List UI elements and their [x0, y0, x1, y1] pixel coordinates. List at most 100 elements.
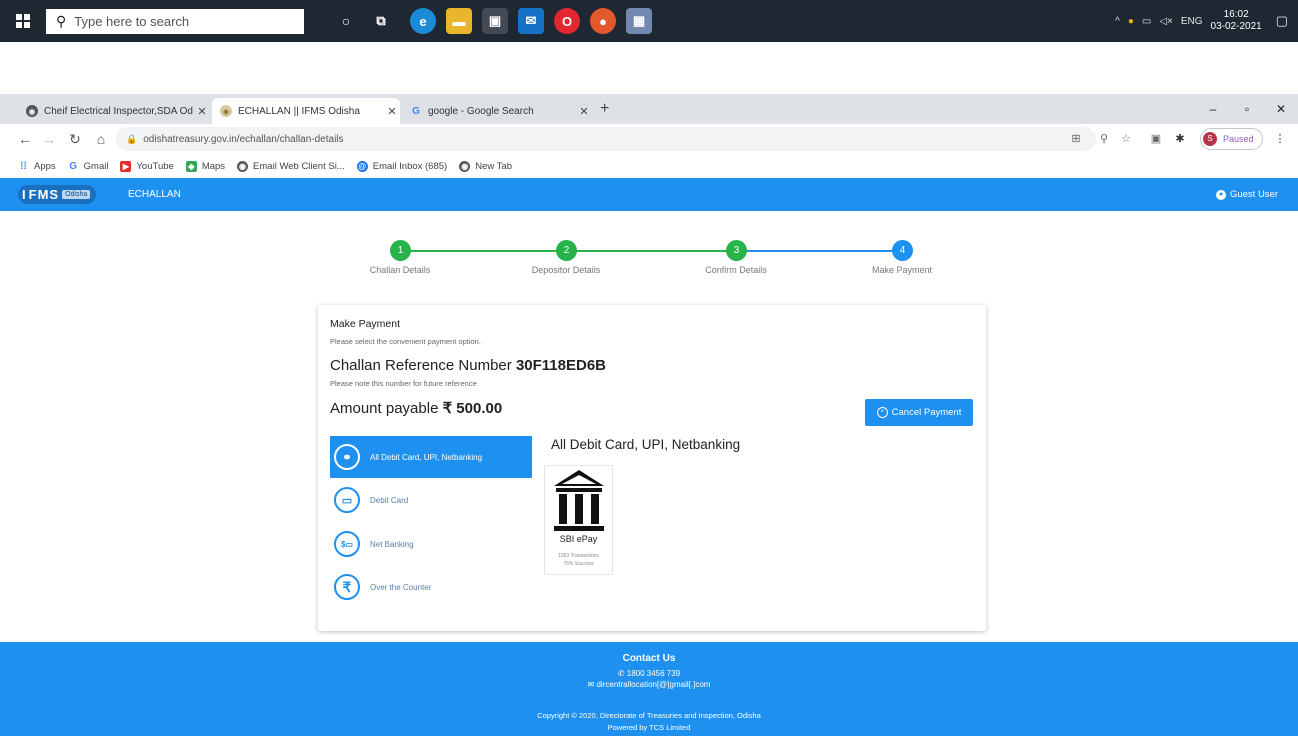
gateway-sbi-epay[interactable]: SBI ePay 1053 Transactions 76% Success: [544, 465, 613, 575]
close-icon[interactable]: ✕: [384, 105, 400, 118]
card-icon: ▭: [334, 487, 360, 513]
menu-kebab-icon[interactable]: ⋮: [1272, 130, 1288, 148]
make-payment-title: Make Payment: [330, 318, 401, 330]
bookmark-email-inbox[interactable]: @ Email Inbox (685): [356, 160, 448, 172]
bank-icon: [554, 470, 604, 531]
bookmark-label: Email Web Client Si...: [253, 160, 345, 172]
step-4-circle: 4: [892, 240, 913, 261]
bookmark-email-web-client[interactable]: ◉ Email Web Client Si...: [237, 160, 345, 172]
bookmark-maps[interactable]: ◆ Maps: [185, 160, 225, 172]
maximize-icon[interactable]: ▫: [1230, 94, 1264, 124]
step-connector: [400, 250, 566, 252]
mail-icon[interactable]: ✉: [518, 8, 544, 34]
bookmark-new-tab[interactable]: ◉ New Tab: [459, 160, 512, 172]
store-icon[interactable]: ▣: [482, 8, 508, 34]
payment-option-over-counter[interactable]: ₹ Over the Counter: [330, 566, 532, 608]
url-input[interactable]: 🔒 odishatreasury.gov.in/echallan/challan…: [116, 127, 1096, 151]
logo-tag: Odisha: [62, 190, 91, 199]
gateway-success-rate: 76% Success: [563, 561, 594, 567]
make-payment-subtitle: Please select the convenient payment opt…: [330, 337, 481, 346]
apps-grid-icon: ⁞⁞: [20, 160, 27, 172]
cancel-payment-label: Cancel Payment: [891, 407, 962, 418]
tab-echallan[interactable]: ◈ ECHALLAN || IFMS Odisha ✕: [212, 98, 400, 124]
footer-title: Contact Us: [622, 653, 676, 664]
bookmark-label: New Tab: [475, 160, 512, 172]
clock-time: 16:02: [1223, 9, 1249, 20]
network-icon[interactable]: ▭: [1142, 16, 1151, 27]
footer-phone: ✆ 1800 3456 739: [0, 669, 1298, 678]
phone-icon: ✆: [617, 669, 627, 678]
zoom-icon[interactable]: ⚲: [1096, 130, 1112, 148]
emblem-icon: ◈: [220, 105, 232, 117]
browser-tab-bar: ◉ Cheif Electrical Inspector,SDA Od ✕ ◈ …: [0, 94, 1298, 124]
step-connector: [736, 250, 902, 252]
payment-option-net-banking[interactable]: $▭ Net Banking: [330, 523, 532, 565]
close-window-icon[interactable]: ✕: [1264, 94, 1298, 124]
challan-reference-note: Please note this number for future refer…: [330, 379, 477, 388]
windows-taskbar: ⚲ Type here to search ○ ⧉ e ▬ ▣ ✉ O ● ▦ …: [0, 0, 1298, 42]
bookmark-apps[interactable]: ⁞⁞ Apps: [18, 161, 56, 172]
back-icon[interactable]: ←: [16, 130, 34, 148]
option-label: Debit Card: [370, 495, 409, 505]
step-4-label: Make Payment: [871, 265, 933, 275]
volume-icon[interactable]: ◁×: [1159, 16, 1173, 27]
close-icon[interactable]: ✕: [194, 105, 210, 118]
bookmark-star-icon[interactable]: ☆: [1118, 130, 1134, 148]
system-tray: ^ ● ▭ ◁× ENG 16:02 03-02-2021 ▢: [1115, 0, 1288, 42]
clock[interactable]: 16:02 03-02-2021: [1211, 9, 1262, 33]
globe-icon: ◉: [26, 105, 38, 117]
windows-start-icon[interactable]: [0, 0, 46, 42]
globe-icon: ◉: [237, 160, 249, 172]
notifications-icon[interactable]: ▢: [1276, 13, 1288, 29]
tab-chief-electrical[interactable]: ◉ Cheif Electrical Inspector,SDA Od ✕: [18, 98, 210, 124]
bookmark-youtube[interactable]: ▶ YouTube: [120, 160, 174, 172]
profile-button[interactable]: S Paused: [1200, 128, 1263, 150]
app-icon[interactable]: ▦: [626, 8, 652, 34]
amount-label: Amount payable: [330, 400, 439, 417]
norton-icon[interactable]: ●: [1128, 16, 1134, 27]
file-explorer-icon[interactable]: ▬: [446, 8, 472, 34]
taskbar-search-input[interactable]: ⚲ Type here to search: [46, 9, 304, 34]
chevron-up-icon[interactable]: ^: [1115, 16, 1120, 27]
payment-card: Make Payment Please select the convenien…: [318, 305, 986, 631]
user-menu[interactable]: ● Guest User: [1215, 189, 1278, 200]
step-1-circle: 1: [390, 240, 411, 261]
app-header: I FMS Odisha ECHALLAN ● Guest User: [0, 178, 1298, 211]
app-name[interactable]: ECHALLAN: [128, 189, 181, 200]
reload-icon[interactable]: ↻: [66, 130, 84, 148]
handshake-icon: ⚭: [334, 444, 360, 470]
translate-icon[interactable]: ⊞: [1068, 130, 1084, 148]
opera-icon[interactable]: O: [554, 8, 580, 34]
tab-google-search[interactable]: G google - Google Search ✕: [402, 98, 592, 124]
challan-reference-number: 30F118ED6B: [515, 357, 606, 374]
amount-payable: Amount payable ₹ 500.00: [330, 399, 502, 417]
cancel-circle-icon: ×: [876, 407, 888, 418]
cortana-icon[interactable]: ○: [333, 8, 359, 34]
close-icon[interactable]: ✕: [576, 105, 592, 118]
extensions-puzzle-icon[interactable]: ✱: [1172, 130, 1188, 148]
youtube-icon: ▶: [120, 160, 132, 172]
edge-icon[interactable]: e: [410, 8, 436, 34]
payment-option-debit-card[interactable]: ▭ Debit Card: [330, 479, 532, 521]
payment-option-all[interactable]: ⚭ All Debit Card, UPI, Netbanking: [330, 436, 532, 478]
extension-icon[interactable]: ▣: [1148, 130, 1164, 148]
step-1-label: Challan Details: [369, 265, 431, 275]
taskbar-search-placeholder: Type here to search: [74, 14, 190, 29]
ifms-logo[interactable]: I FMS Odisha: [18, 185, 97, 204]
footer-powered-by: Powered by TCS Limited: [607, 723, 691, 732]
forward-icon[interactable]: →: [40, 130, 58, 148]
lock-icon: 🔒: [126, 133, 138, 144]
bookmark-label: Email Inbox (685): [372, 160, 448, 172]
bookmark-gmail[interactable]: G Gmail: [68, 161, 108, 172]
minimize-icon[interactable]: –: [1196, 94, 1230, 124]
new-tab-button[interactable]: +: [600, 100, 609, 118]
task-view-icon[interactable]: ⧉: [368, 8, 394, 34]
challan-reference: Challan Reference Number 30F118ED6B: [330, 357, 606, 374]
bookmark-label: Apps: [34, 160, 56, 172]
chrome-icon[interactable]: ●: [590, 8, 616, 34]
footer-email: ✉ dircentrallocation[@]gmail[.]com: [0, 680, 1298, 689]
cancel-payment-button[interactable]: × Cancel Payment: [865, 399, 973, 426]
home-icon[interactable]: ⌂: [92, 130, 110, 148]
tab-label: Cheif Electrical Inspector,SDA Od: [44, 105, 193, 117]
language-indicator[interactable]: ENG: [1181, 16, 1203, 27]
